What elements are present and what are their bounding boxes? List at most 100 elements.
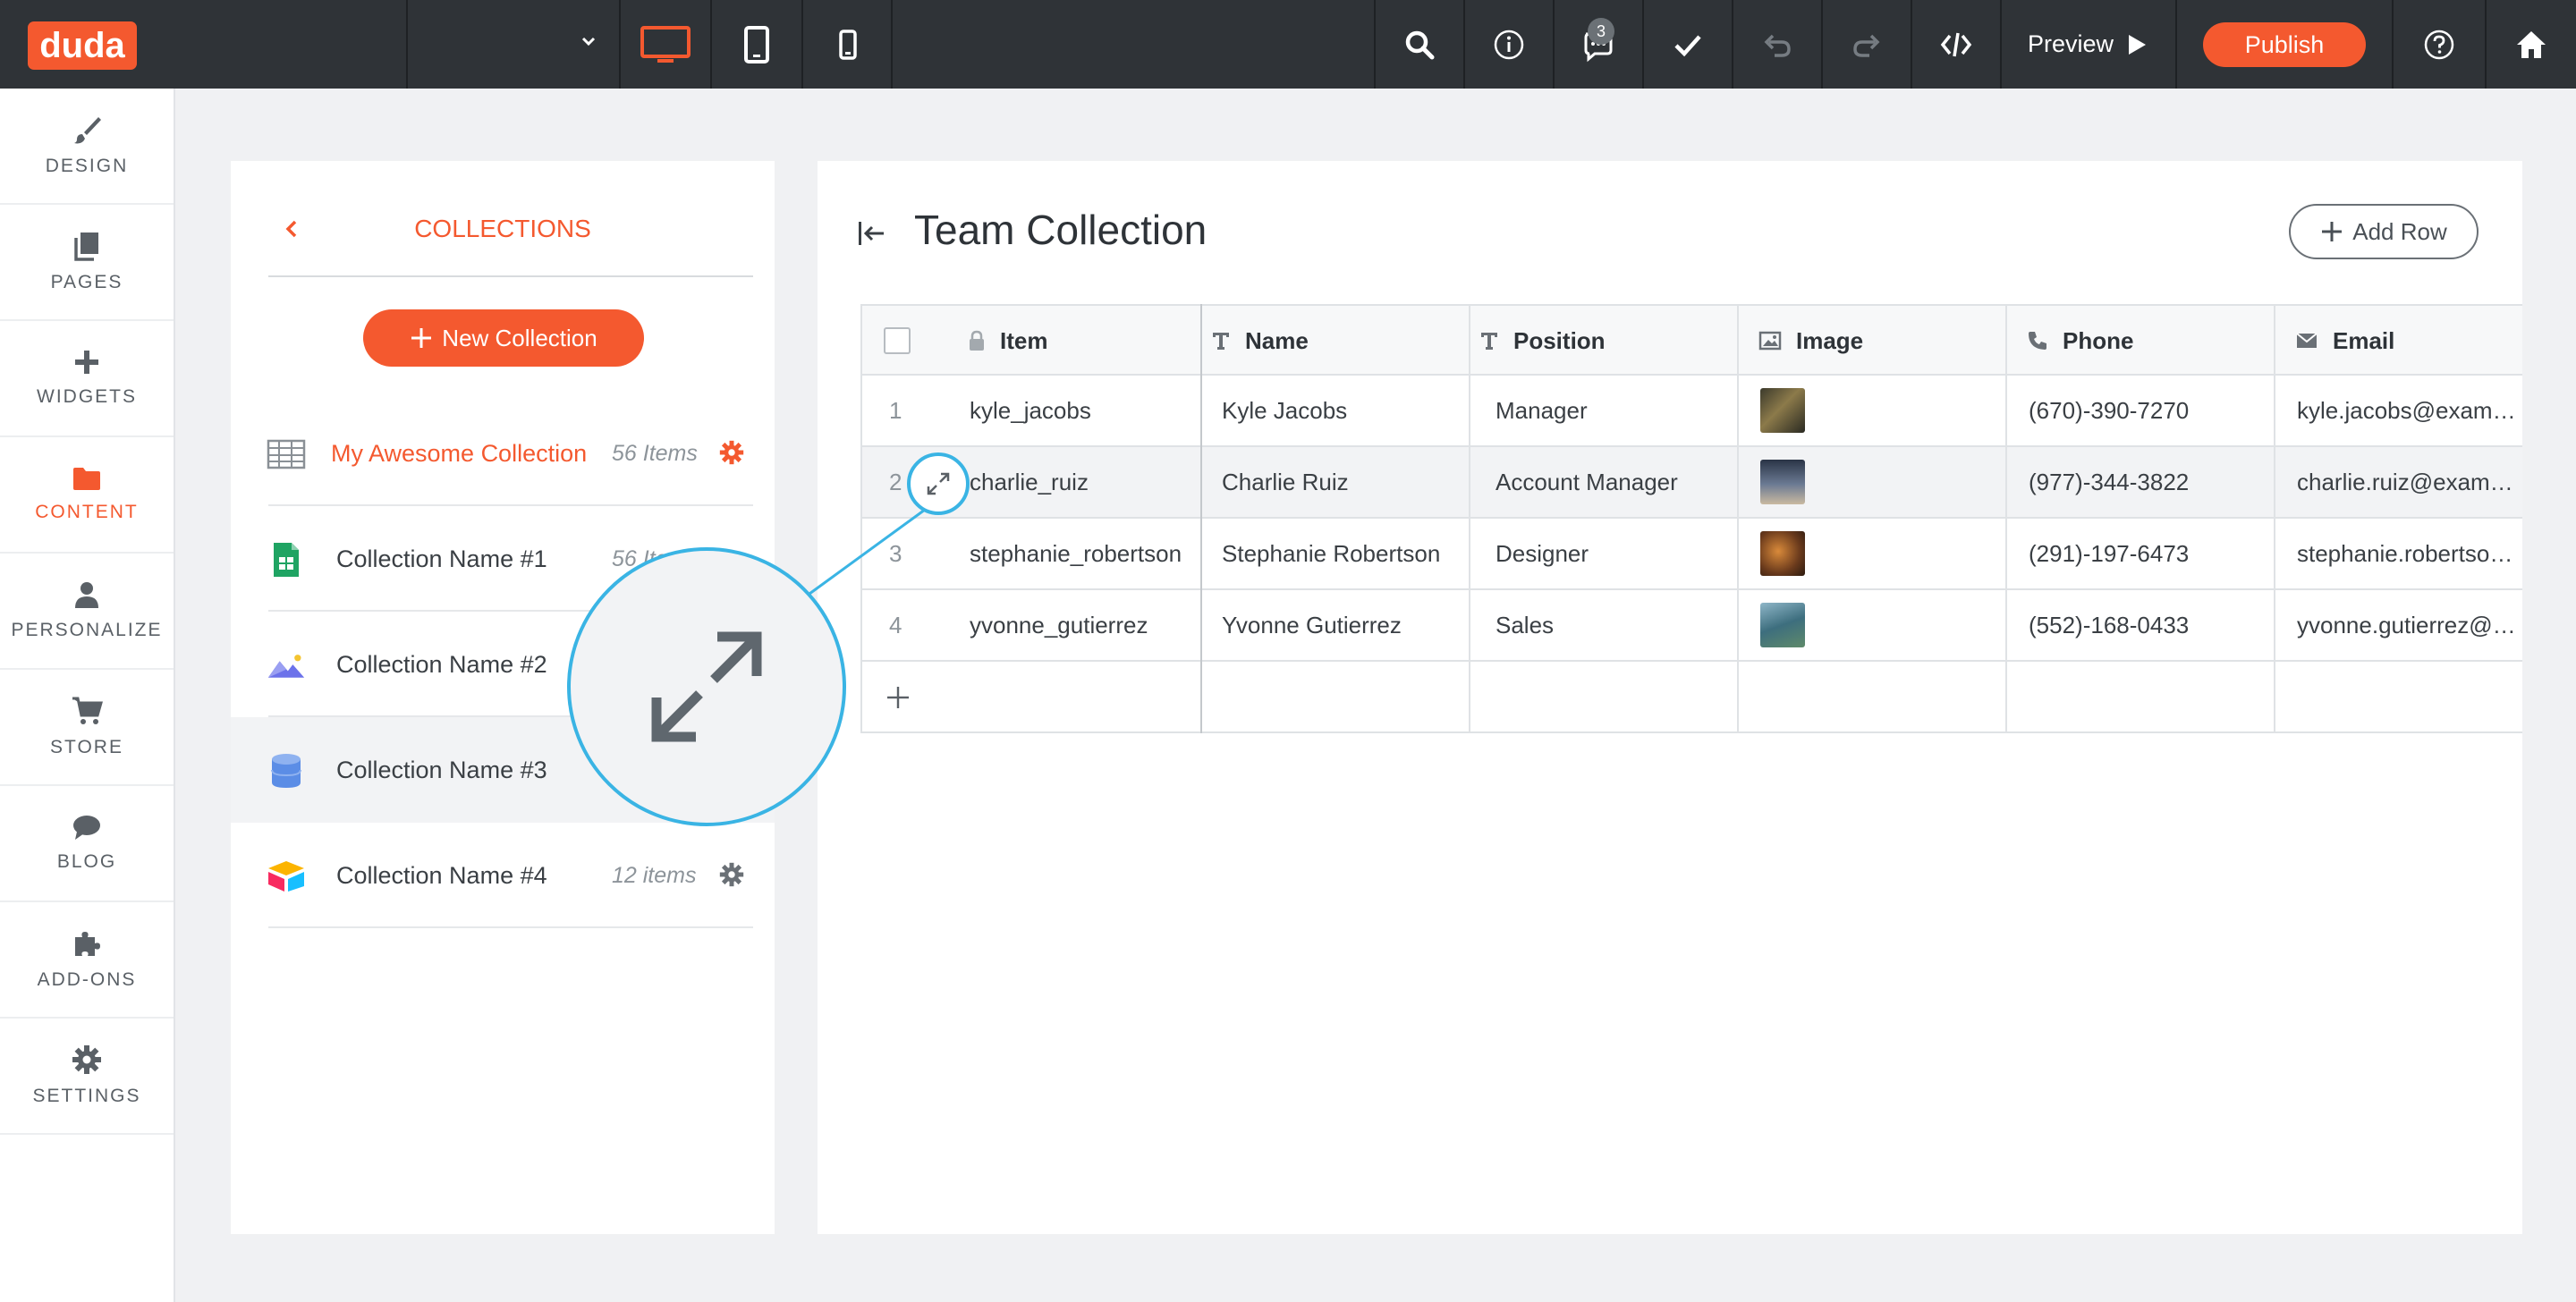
cell-position[interactable]: Sales <box>1496 590 1554 660</box>
sidebar-item-content[interactable]: CONTENT <box>0 437 174 554</box>
column-header-email[interactable]: Email <box>2295 306 2394 376</box>
cell-image-thumbnail[interactable] <box>1760 531 1805 576</box>
cell-phone[interactable]: (291)-197-6473 <box>2029 519 2189 588</box>
cell-phone[interactable]: (977)-344-3822 <box>2029 447 2189 517</box>
plus-icon <box>411 328 432 348</box>
preview-button[interactable]: Preview <box>2000 0 2175 89</box>
cell-image-thumbnail[interactable] <box>1760 388 1805 433</box>
toolbar-divider <box>2175 0 2177 89</box>
cell-name[interactable]: Kyle Jacobs <box>1222 376 1347 445</box>
person-icon <box>75 582 98 608</box>
column-header-item[interactable]: Item <box>968 306 1047 376</box>
folder-icon <box>73 468 100 490</box>
search-icon <box>1405 30 1435 59</box>
page-selector[interactable] <box>408 0 619 89</box>
cell-name[interactable]: Charlie Ruiz <box>1222 447 1349 517</box>
cell-item[interactable]: kyle_jacobs <box>970 376 1091 445</box>
plus-icon[interactable] <box>886 685 911 710</box>
checkmark-icon <box>1674 34 1701 56</box>
sidebar-item-label: DESIGN <box>45 156 129 176</box>
cell-image-thumbnail[interactable] <box>1760 603 1805 647</box>
check-button[interactable] <box>1644 0 1732 89</box>
new-collection-button[interactable]: New Collection <box>363 309 644 367</box>
add-row-label: Add Row <box>2352 217 2447 245</box>
column-header-phone[interactable]: Phone <box>2027 306 2133 376</box>
grid-line <box>1737 304 1739 733</box>
cell-item[interactable]: stephanie_robertson <box>970 519 1182 588</box>
text-type-icon <box>1213 333 1229 350</box>
expand-icon <box>651 631 762 742</box>
mobile-icon <box>839 29 857 60</box>
desktop-view-button[interactable] <box>621 0 710 89</box>
cell-email[interactable]: stephanie.robertso… <box>2297 519 2512 588</box>
cell-image-thumbnail[interactable] <box>1760 460 1805 504</box>
sidebar-item-pages[interactable]: PAGES <box>0 205 174 321</box>
help-icon <box>2424 30 2454 59</box>
sidebar-item-label: PERSONALIZE <box>11 620 163 640</box>
sidebar-item-label: CONTENT <box>35 502 139 522</box>
sidebar-item-design[interactable]: DESIGN <box>0 89 174 205</box>
sidebar-item-store[interactable]: STORE <box>0 670 174 786</box>
cart-icon <box>72 697 103 724</box>
grid-line <box>2005 304 2007 733</box>
duda-logo[interactable]: duda <box>28 21 137 70</box>
column-header-image[interactable]: Image <box>1758 306 1863 376</box>
search-button[interactable] <box>1376 0 1463 89</box>
row-number: 3 <box>889 540 902 567</box>
cell-phone[interactable]: (552)-168-0433 <box>2029 590 2189 660</box>
undo-button[interactable] <box>1733 0 1821 89</box>
cell-name[interactable]: Stephanie Robertson <box>1222 519 1440 588</box>
airtable-icon <box>267 858 306 894</box>
column-header-label: Image <box>1796 327 1864 354</box>
help-button[interactable] <box>2394 0 2485 89</box>
cell-name[interactable]: Yvonne Gutierrez <box>1222 590 1402 660</box>
cell-phone[interactable]: (670)-390-7270 <box>2029 376 2189 445</box>
sidebar-item-add-ons[interactable]: ADD-ONS <box>0 902 174 1019</box>
cell-position[interactable]: Account Manager <box>1496 447 1678 517</box>
cell-position[interactable]: Manager <box>1496 376 1588 445</box>
cell-item[interactable]: yvonne_gutierrez <box>970 590 1148 660</box>
text-type-icon <box>1481 333 1497 350</box>
collection-name: Collection Name #1 <box>336 545 547 572</box>
gear-icon <box>72 1045 101 1074</box>
collection-count: 12 items <box>612 863 697 888</box>
cell-position[interactable]: Designer <box>1496 519 1589 588</box>
sidebar-item-settings[interactable]: SETTINGS <box>0 1019 174 1135</box>
cell-email[interactable]: kyle.jacobs@exam… <box>2297 376 2516 445</box>
collection-item[interactable]: My Awesome Collection 56 Items <box>231 401 775 506</box>
plus-icon <box>75 351 98 374</box>
add-row-button[interactable]: Add Row <box>2289 204 2479 259</box>
row-number: 1 <box>889 397 902 424</box>
sidebar-item-widgets[interactable]: WIDGETS <box>0 321 174 437</box>
select-all-checkbox[interactable] <box>884 327 911 354</box>
divider <box>268 275 753 277</box>
column-header-name[interactable]: Name <box>1211 306 1309 376</box>
gear-icon[interactable] <box>719 862 744 887</box>
gear-icon[interactable] <box>719 440 744 465</box>
tablet-view-button[interactable] <box>712 0 801 89</box>
column-header-position[interactable]: Position <box>1479 306 1606 376</box>
mobile-view-button[interactable] <box>803 0 893 89</box>
code-button[interactable] <box>1912 0 2000 89</box>
publish-button[interactable]: Publish <box>2203 22 2366 67</box>
sidebar-item-blog[interactable]: BLOG <box>0 786 174 902</box>
puzzle-icon <box>75 932 100 956</box>
row-number: 2 <box>889 469 902 495</box>
cell-email[interactable]: charlie.ruiz@exam… <box>2297 447 2513 517</box>
cell-email[interactable]: yvonne.gutierrez@… <box>2297 590 2516 660</box>
column-header-label: Email <box>2333 327 2395 354</box>
grid-line <box>860 304 862 733</box>
home-button[interactable] <box>2487 0 2576 89</box>
sidebar-item-label: WIDGETS <box>37 386 137 407</box>
sidebar-item-personalize[interactable]: PERSONALIZE <box>0 554 174 670</box>
collapse-panel-icon[interactable] <box>857 220 887 247</box>
desktop-icon <box>640 25 691 63</box>
redo-button[interactable] <box>1823 0 1911 89</box>
collections-title: COLLECTIONS <box>414 215 591 242</box>
page-title: Team Collection <box>914 207 1208 253</box>
info-button[interactable] <box>1465 0 1553 89</box>
collection-item[interactable]: Collection Name #4 12 items <box>231 823 775 928</box>
top-toolbar: duda 3 Preview Publish <box>0 0 2576 89</box>
cell-item[interactable]: charlie_ruiz <box>970 447 1089 517</box>
expand-row-button[interactable] <box>907 452 970 515</box>
